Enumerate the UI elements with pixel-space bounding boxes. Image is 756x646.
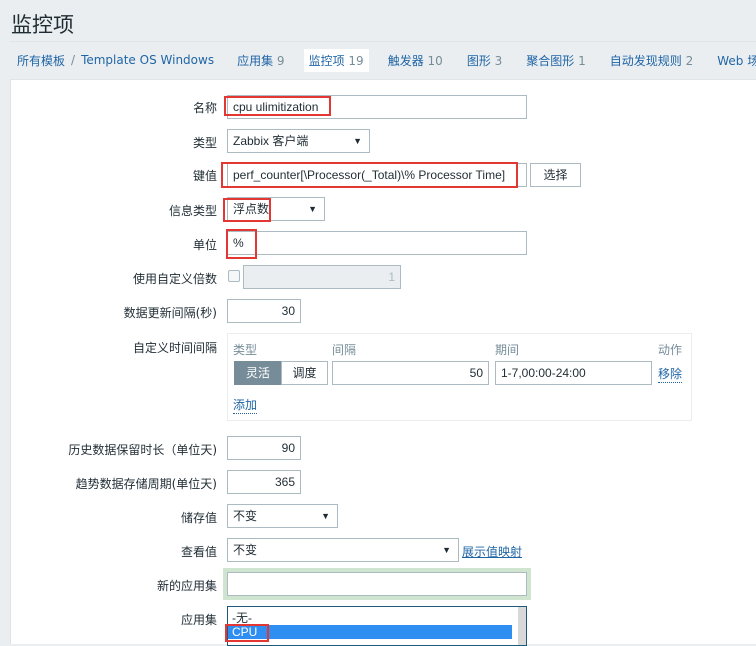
tab-label: 图形 — [466, 53, 491, 68]
history-label: 历史数据保留时长（单位天) — [68, 443, 217, 457]
tab-label: 应用集 — [237, 53, 274, 68]
store-value-select-value: 不变 — [233, 509, 258, 523]
breadcrumb-all-templates[interactable]: 所有模板 — [17, 52, 65, 69]
page-title: 监控项 — [11, 13, 74, 37]
interval-value-input[interactable]: 50 — [332, 361, 489, 385]
tab-label: 监控项 — [308, 53, 345, 68]
info-type-label: 信息类型 — [168, 204, 217, 218]
multiplier-input: 1 — [243, 265, 401, 289]
tab-count: 19 — [348, 53, 364, 68]
info-type-select[interactable]: 浮点数 ▼ — [227, 197, 325, 221]
trends-label: 趋势数据存储周期(单位天) — [75, 477, 217, 491]
tab-count: 1 — [578, 53, 586, 68]
store-value-label: 储存值 — [180, 511, 217, 525]
dropdown-arrow-icon: ▼ — [442, 545, 451, 555]
show-value-mappings-link[interactable]: 展示值映射 — [462, 543, 522, 560]
breadcrumb-template[interactable]: Template OS Windows — [81, 53, 214, 67]
applications-listbox[interactable]: -无- CPU — [227, 606, 527, 646]
tab-count: 10 — [427, 53, 443, 68]
key-label: 键值 — [192, 169, 217, 183]
units-input[interactable]: % — [227, 231, 527, 255]
add-interval-link[interactable]: 添加 — [233, 396, 258, 414]
tab-web-scenarios[interactable]: Web 场景 — [712, 49, 756, 72]
new-application-label: 新的应用集 — [156, 579, 217, 593]
listbox-scrollbar[interactable] — [518, 607, 526, 645]
dropdown-arrow-icon: ▼ — [321, 511, 330, 521]
navigation-bar: 所有模板 / Template OS Windows 应用集 9 监控项 19 … — [10, 46, 756, 74]
tab-count: 2 — [685, 53, 694, 68]
remove-interval-link[interactable]: 移除 — [658, 365, 683, 383]
show-value-label: 查看值 — [180, 545, 217, 559]
type-select-value: Zabbix 客户端 — [233, 134, 309, 148]
new-application-input[interactable] — [227, 572, 527, 596]
type-select[interactable]: Zabbix 客户端 ▼ — [227, 129, 370, 153]
dropdown-arrow-icon: ▼ — [353, 136, 362, 146]
show-value-select[interactable]: 不变 ▼ — [227, 538, 459, 562]
interval-type-flexible-button[interactable]: 灵活 — [234, 361, 282, 385]
tab-label: 触发器 — [387, 53, 424, 68]
tab-graphs[interactable]: 图形 3 — [462, 49, 507, 72]
tab-count: 9 — [276, 53, 285, 68]
units-label: 单位 — [192, 238, 217, 252]
select-key-button[interactable]: 选择 — [530, 163, 581, 187]
tab-count: 3 — [494, 53, 503, 68]
column-header-period: 期间 — [495, 343, 520, 357]
breadcrumb-separator: / — [71, 53, 76, 67]
history-input[interactable]: 90 — [227, 436, 301, 460]
type-label: 类型 — [192, 136, 217, 150]
tab-screens[interactable]: 聚合图形 1 — [521, 49, 590, 72]
multiplier-checkbox[interactable] — [228, 270, 240, 282]
tab-label: Web 场景 — [717, 53, 756, 68]
name-label: 名称 — [192, 101, 217, 115]
update-interval-input[interactable]: 30 — [227, 299, 301, 323]
key-input[interactable]: perf_counter[\Processor(_Total)\% Proces… — [227, 163, 527, 187]
custom-intervals-table: 类型 间隔 期间 动作 灵活 调度 50 1-7,00:00-24:00 移除 … — [227, 333, 692, 421]
store-value-select[interactable]: 不变 ▼ — [227, 504, 338, 528]
interval-type-scheduling-button[interactable]: 调度 — [281, 361, 328, 385]
column-header-interval: 间隔 — [332, 343, 357, 357]
column-header-action: 动作 — [658, 343, 683, 357]
name-input[interactable]: cpu ulimitization — [227, 95, 527, 119]
trends-input[interactable]: 365 — [227, 470, 301, 494]
tab-items[interactable]: 监控项 19 — [303, 48, 369, 72]
divider — [10, 41, 756, 42]
custom-intervals-label: 自定义时间间隔 — [132, 341, 217, 355]
listbox-option[interactable]: -无- — [228, 611, 526, 625]
tab-applications[interactable]: 应用集 9 — [232, 49, 289, 72]
update-interval-label: 数据更新间隔(秒) — [123, 306, 217, 320]
column-header-type: 类型 — [233, 343, 258, 357]
show-value-select-value: 不变 — [233, 543, 258, 557]
interval-period-input[interactable]: 1-7,00:00-24:00 — [495, 361, 652, 385]
multiplier-label: 使用自定义倍数 — [132, 272, 217, 286]
tab-label: 自动发现规则 — [609, 53, 682, 68]
applications-label: 应用集 — [180, 613, 217, 627]
tab-discovery-rules[interactable]: 自动发现规则 2 — [605, 49, 698, 72]
tab-triggers[interactable]: 触发器 10 — [383, 49, 448, 72]
tab-label: 聚合图形 — [526, 53, 575, 68]
info-type-select-value: 浮点数 — [233, 202, 270, 216]
dropdown-arrow-icon: ▼ — [308, 204, 317, 214]
listbox-option-selected[interactable]: CPU — [228, 625, 512, 639]
